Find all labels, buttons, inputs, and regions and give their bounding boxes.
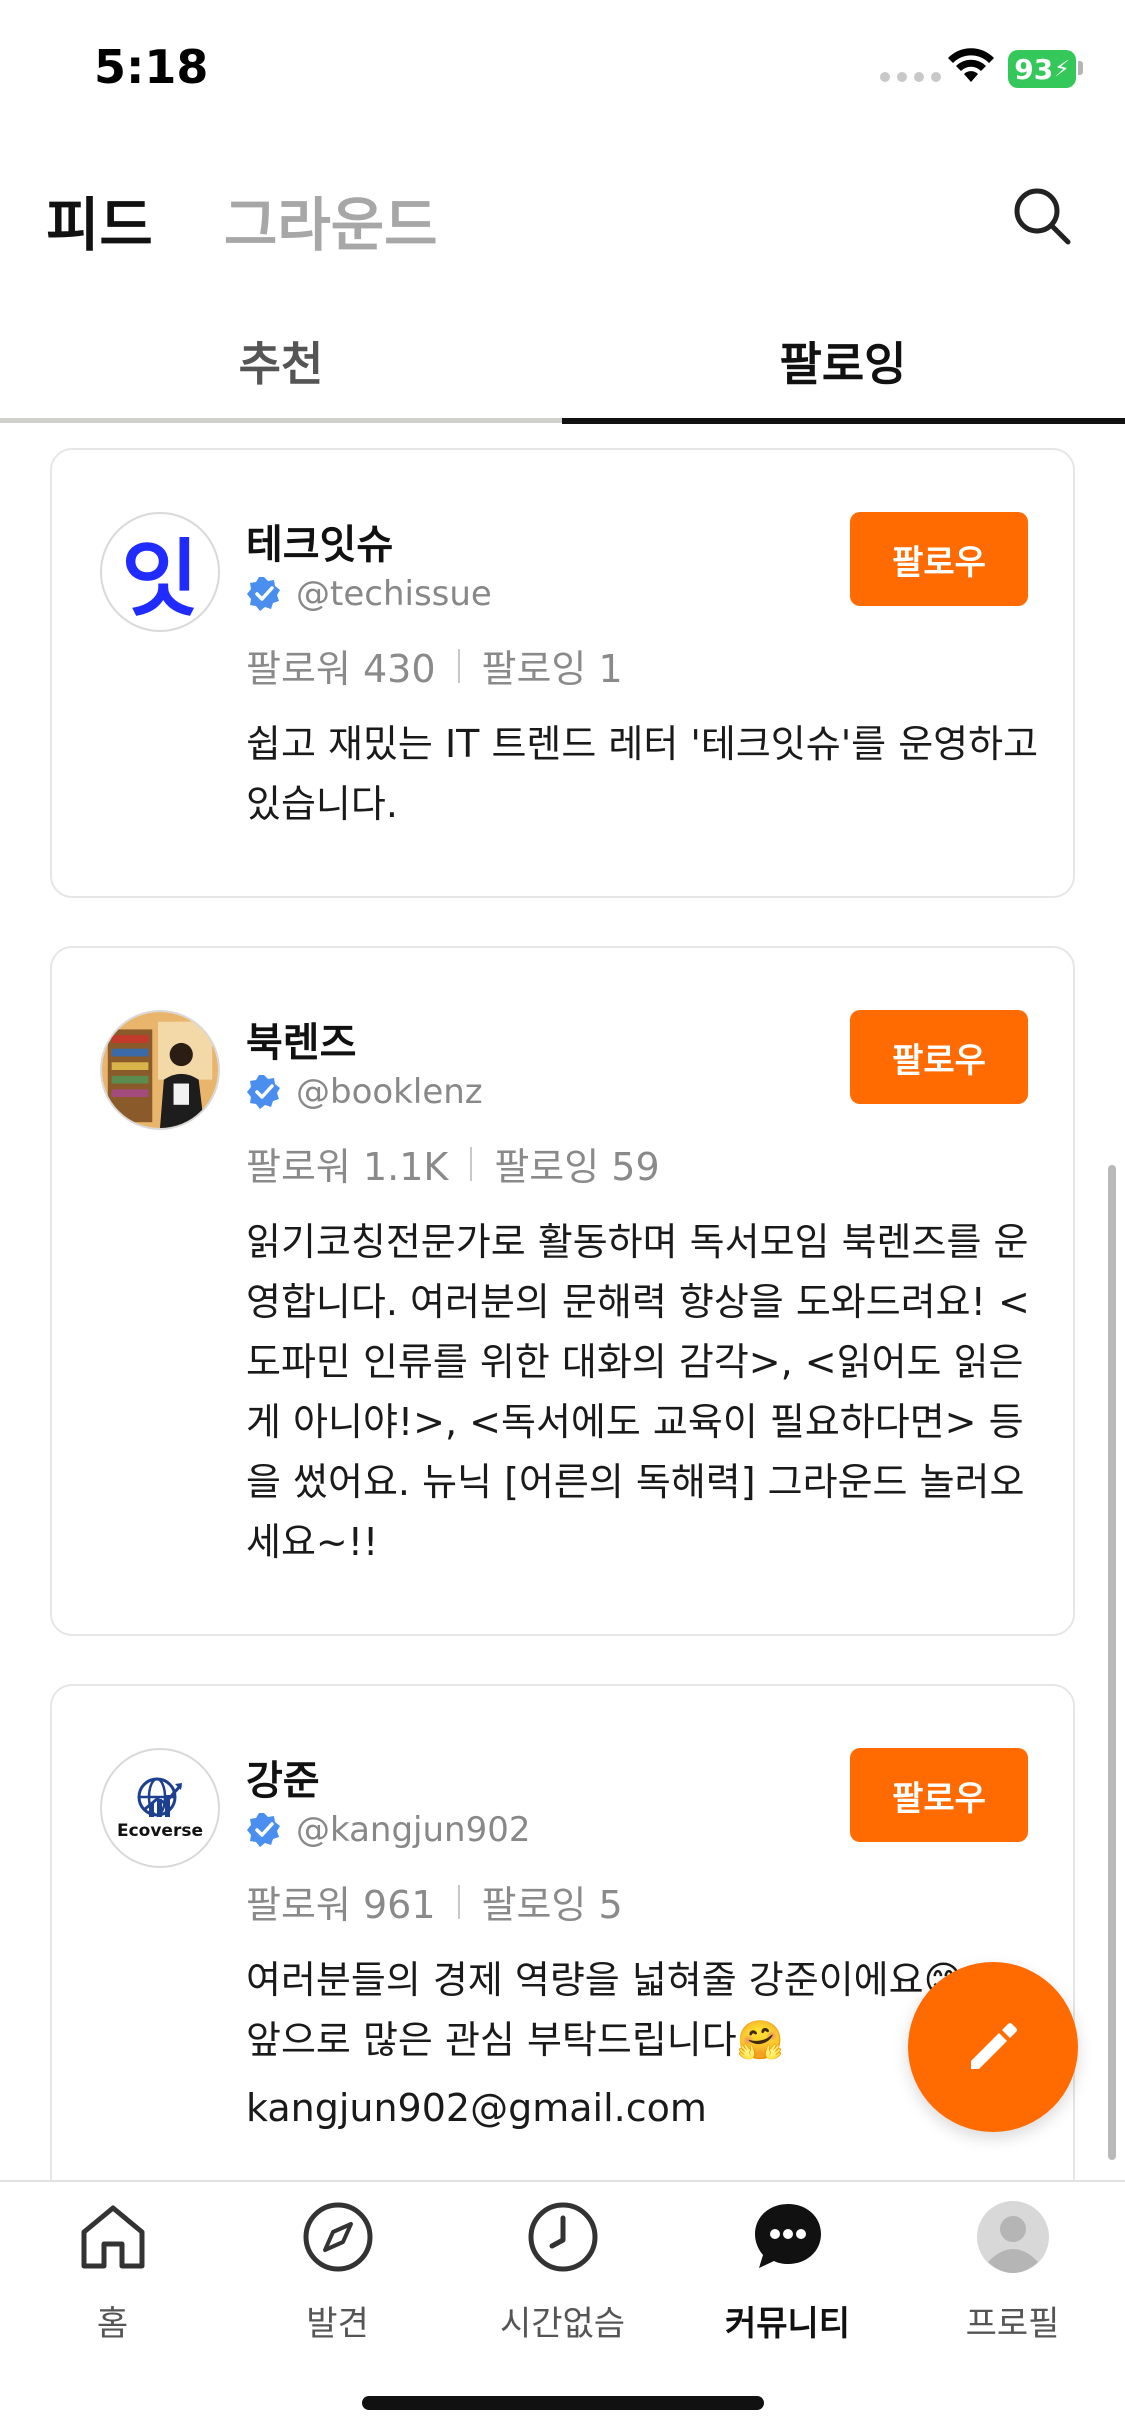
stats-divider [457, 1884, 460, 1919]
globe-chart-icon [137, 1777, 183, 1817]
avatar[interactable]: 잇 [100, 512, 220, 632]
handle-row: @techissue [246, 574, 492, 614]
avatar-logo-text: Ecoverse [116, 1821, 203, 1841]
nav-profile[interactable]: 프로필 [900, 2200, 1125, 2345]
scrollbar[interactable] [1108, 1165, 1116, 2160]
profile-bio: 쉽고 재밌는 IT 트렌드 레터 '테크잇슈'를 운영하고 있습니다. [246, 722, 1039, 826]
wifi-icon [948, 48, 994, 82]
stats-divider [470, 1146, 473, 1181]
battery-tip [1078, 61, 1083, 75]
following-count: 팔로잉 5 [481, 1883, 623, 1927]
verified-badge-icon [247, 1813, 280, 1847]
nav-label: 발견 [306, 2304, 369, 2344]
avatar-logo: 잇 [121, 529, 199, 628]
battery-icon: 93 ⚡ [1008, 50, 1076, 88]
profile-card[interactable]: Ecoverse 강준 @kangjun902 팔로워 961 팔로잉 5 여러… [50, 1684, 1075, 2204]
follow-button[interactable]: 팔로우 [850, 1748, 1028, 1842]
profile-name[interactable]: 테크잇슈 [246, 512, 393, 570]
compass-icon [303, 2202, 372, 2272]
nav-label: 시간없슴 [499, 2304, 626, 2344]
nav-label: 프로필 [965, 2304, 1060, 2344]
followers-count: 팔로워 1.1K [246, 1145, 449, 1189]
avatar-photo [102, 1012, 218, 1128]
tab-following[interactable]: 팔로잉 [562, 328, 1124, 394]
search-icon[interactable] [1010, 184, 1074, 248]
profile-card[interactable]: 잇 테크잇슈 @techissue 팔로워 430 팔로잉 1 쉽고 재밌는 I… [50, 448, 1075, 898]
clock-icon [528, 2202, 597, 2272]
nav-label: 커뮤니티 [724, 2304, 851, 2344]
verified-badge-icon [247, 1075, 280, 1109]
profile-name[interactable]: 북렌즈 [246, 1010, 356, 1068]
followers-count: 팔로워 430 [246, 647, 436, 691]
home-indicator [362, 2396, 764, 2410]
avatar[interactable]: Ecoverse [100, 1748, 220, 1868]
profile-handle: @booklenz [296, 1072, 483, 1112]
tab-divider [0, 418, 562, 423]
status-bar: 5:18 93 ⚡ [0, 0, 1125, 140]
battery-level: 93 [1014, 52, 1054, 86]
home-icon [81, 2205, 144, 2269]
follow-stats: 팔로워 961 팔로잉 5 [246, 1874, 623, 1929]
nav-home[interactable]: 홈 [0, 2200, 225, 2345]
tab-ground[interactable]: 그라운드 [224, 178, 437, 262]
follow-stats: 팔로워 1.1K 팔로잉 59 [246, 1136, 660, 1191]
pencil-icon [971, 2023, 1017, 2069]
nav-community[interactable]: 커뮤니티 [675, 2200, 900, 2345]
tab-recommend[interactable]: 추천 [0, 328, 562, 394]
status-time: 5:18 [94, 40, 209, 94]
chat-bubble-icon [754, 2204, 821, 2268]
nav-label: 홈 [96, 2304, 129, 2344]
profile-avatar-icon [976, 2201, 1049, 2273]
tab-feed[interactable]: 피드 [46, 178, 153, 262]
profile-handle: @techissue [296, 574, 492, 614]
followers-count: 팔로워 961 [246, 1883, 436, 1927]
write-post-button[interactable] [908, 1962, 1078, 2132]
tab-active-indicator [562, 418, 1125, 424]
stats-divider [457, 648, 460, 683]
profile-handle: @kangjun902 [296, 1810, 531, 1850]
following-count: 팔로잉 1 [481, 647, 623, 691]
profile-bio: 읽기코칭전문가로 활동하며 독서모임 북렌즈를 운영합니다. 여러분의 문해력 … [246, 1220, 1030, 1564]
follow-button[interactable]: 팔로우 [850, 1010, 1028, 1104]
following-count: 팔로잉 59 [494, 1145, 660, 1189]
avatar[interactable] [100, 1010, 220, 1130]
follow-stats: 팔로워 430 팔로잉 1 [246, 638, 623, 693]
nav-no-time[interactable]: 시간없슴 [450, 2200, 675, 2345]
profile-card[interactable]: 북렌즈 @booklenz 팔로워 1.1K 팔로잉 59 읽기코칭전문가로 활… [50, 946, 1075, 1636]
handle-row: @kangjun902 [246, 1810, 531, 1850]
nav-discover[interactable]: 발견 [225, 2200, 450, 2345]
handle-row: @booklenz [246, 1072, 483, 1112]
follow-button[interactable]: 팔로우 [850, 512, 1028, 606]
signal-dots-icon [880, 72, 941, 82]
profile-name[interactable]: 강준 [246, 1748, 320, 1806]
verified-badge-icon [247, 577, 280, 611]
